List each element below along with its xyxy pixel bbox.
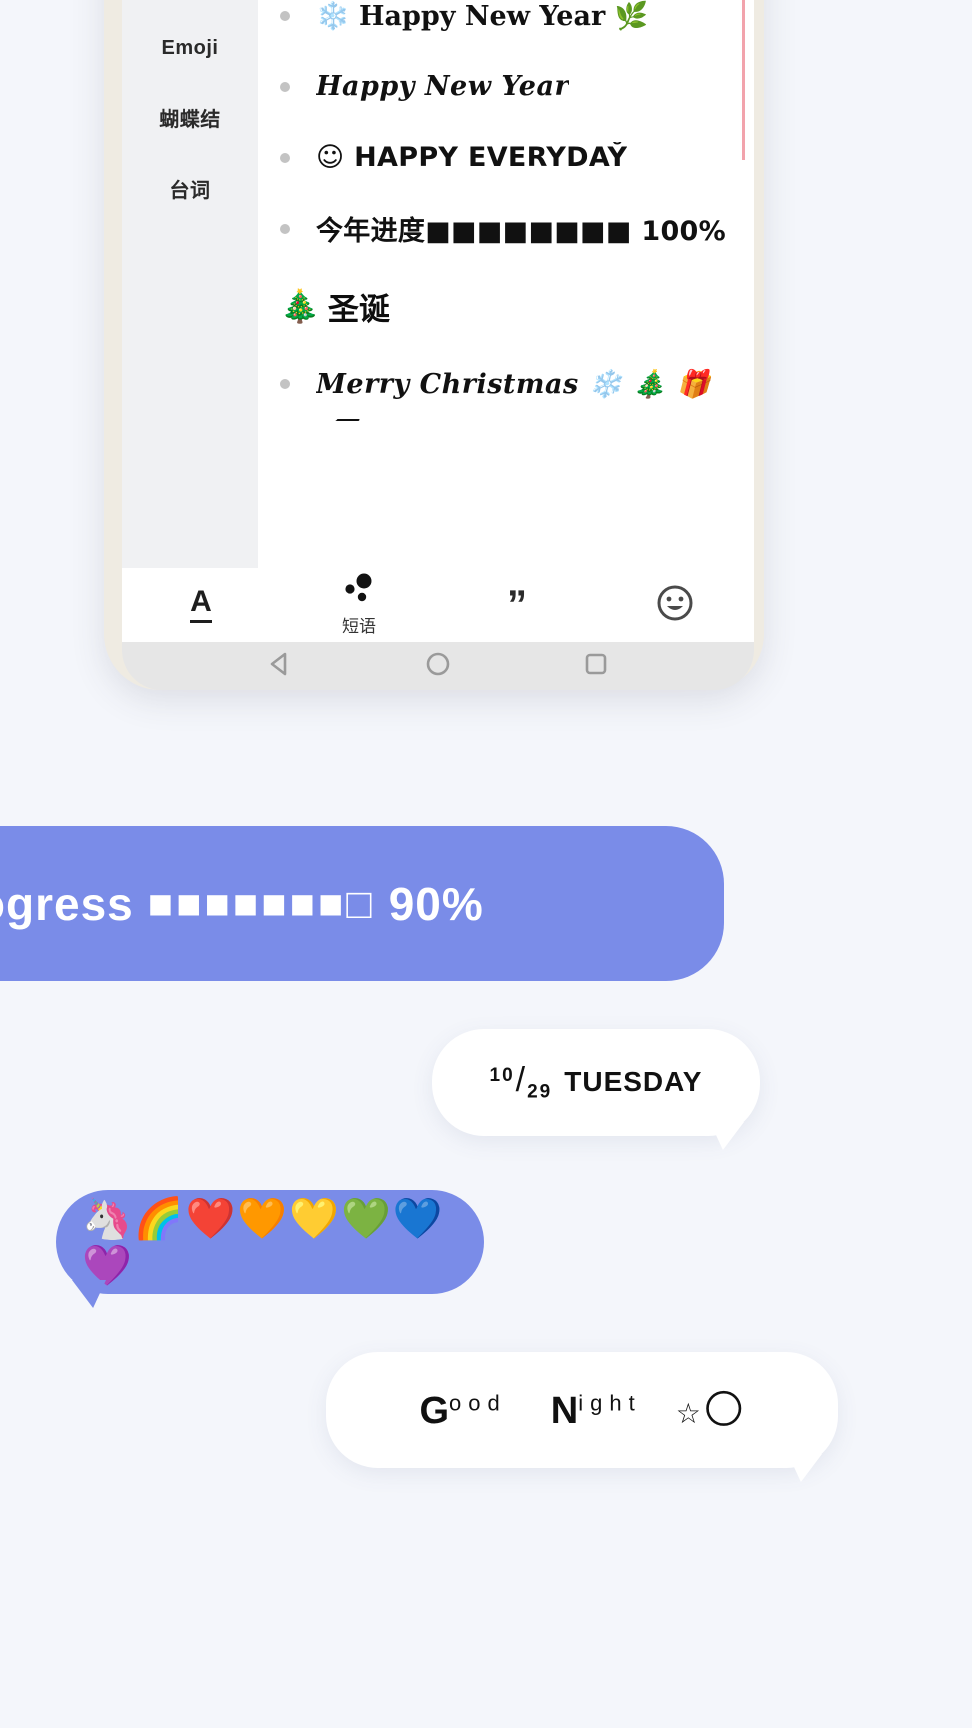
sidebar-item-label: 蝴蝶结: [159, 109, 221, 131]
list-item[interactable]: ☺ HAPPY EVERYDAY̆: [258, 122, 754, 193]
phone-mockup: Emoji 蝴蝶结 台词 ❄️ Happy New Year 🌿 Happy N…: [104, 0, 764, 690]
sidebar-item-lines[interactable]: 台词: [122, 174, 258, 203]
progress-percent-label: 90%: [388, 877, 484, 930]
list-item[interactable]: ❄️ Happy New Year 🌿: [258, 0, 754, 51]
emoji-button[interactable]: [596, 568, 754, 642]
sidebar-item-emoji[interactable]: Emoji: [122, 37, 258, 60]
sidebar-item-bowtie[interactable]: 蝴蝶结: [122, 103, 258, 132]
smiley-face-icon: [655, 583, 695, 628]
night-capital: N: [550, 1390, 579, 1432]
phrase-button-label: 短语: [342, 617, 376, 636]
date-wrapper: 10/29 TUESDAY: [490, 1061, 703, 1103]
android-navigation-bar[interactable]: [122, 642, 754, 690]
bullet-icon: [280, 223, 290, 234]
bubble-progress[interactable]: rogress ■■■■■■■□ 90%: [0, 826, 724, 981]
phrase-label: ☺ HAPPY EVERYDAY̆: [316, 142, 628, 173]
phrase-label: ❄️ Happy New Year 🌿: [316, 0, 649, 32]
phrase-section-label: 圣诞: [327, 291, 390, 327]
date-slash: /: [515, 1061, 527, 1100]
phrase-section-header: 🎄 圣诞: [258, 264, 754, 348]
nav-recents-button[interactable]: [581, 649, 611, 684]
good-rest: ood: [449, 1390, 507, 1416]
progress-bar-glyphs: ■■■■■■■□: [147, 879, 375, 927]
phrase-label: Happy New Year: [316, 71, 570, 102]
good-night-wrapper: Good Night ☆🌕: [419, 1387, 744, 1433]
phrase-label: Merry Christmas ❄️ 🎄 🎁: [316, 368, 711, 400]
bubble-emoji[interactable]: 🦄🌈❤️🧡💛💚💙💜: [56, 1190, 484, 1294]
nav-back-button[interactable]: [265, 649, 295, 684]
keyboard-category-sidebar[interactable]: Emoji 蝴蝶结 台词: [122, 0, 258, 568]
bullet-icon: [280, 10, 290, 21]
nav-home-button[interactable]: [423, 649, 453, 684]
list-item[interactable]: Happy New Year: [258, 51, 754, 122]
emoji-sequence-label: 🦄🌈❤️🧡💛💚💙💜: [82, 1197, 445, 1288]
good-capital: G: [419, 1390, 450, 1432]
bullet-icon: [280, 152, 290, 163]
phrase-label: -- - ☁: [280, 419, 361, 428]
screen-edge-accent: [742, 0, 745, 160]
bullet-icon: [280, 378, 290, 389]
phrase-list[interactable]: ❄️ Happy New Year 🌿 Happy New Year ☺ HAP…: [258, 0, 754, 568]
phrase-label: 今年进度■■■■■■■■ 100%: [316, 216, 726, 247]
bubble-good-night[interactable]: Good Night ☆🌕: [326, 1352, 838, 1468]
keyboard-toolbar[interactable]: A 短语 ”: [122, 568, 754, 642]
date-month: 10: [489, 1065, 515, 1087]
phrase-button[interactable]: 短语: [280, 568, 438, 642]
bullet-icon: [280, 81, 290, 92]
list-item[interactable]: -- - ☁: [258, 419, 754, 449]
sidebar-item-label: 台词: [169, 180, 211, 202]
font-a-icon: A: [190, 587, 212, 623]
bubble-date[interactable]: 10/29 TUESDAY: [432, 1029, 760, 1136]
quote-icon: ”: [507, 583, 527, 627]
sidebar-item-label: Emoji: [161, 37, 219, 59]
list-item[interactable]: 今年进度■■■■■■■■ 100%: [258, 193, 754, 264]
date-weekday: TUESDAY: [564, 1066, 703, 1098]
font-style-button[interactable]: A: [122, 568, 280, 642]
progress-prefix-label: rogress: [0, 877, 134, 930]
moon-icon: 🌕: [702, 1388, 745, 1432]
list-item[interactable]: Merry Christmas ❄️ 🎄 🎁: [258, 348, 754, 419]
date-day: 29: [527, 1081, 553, 1103]
phone-screen: Emoji 蝴蝶结 台词 ❄️ Happy New Year 🌿 Happy N…: [122, 0, 754, 568]
night-rest: ight: [578, 1390, 642, 1416]
quote-button[interactable]: ”: [438, 568, 596, 642]
dots-icon: [341, 573, 377, 610]
star-icon: ☆: [675, 1398, 701, 1429]
christmas-tree-icon: 🎄: [280, 288, 320, 324]
